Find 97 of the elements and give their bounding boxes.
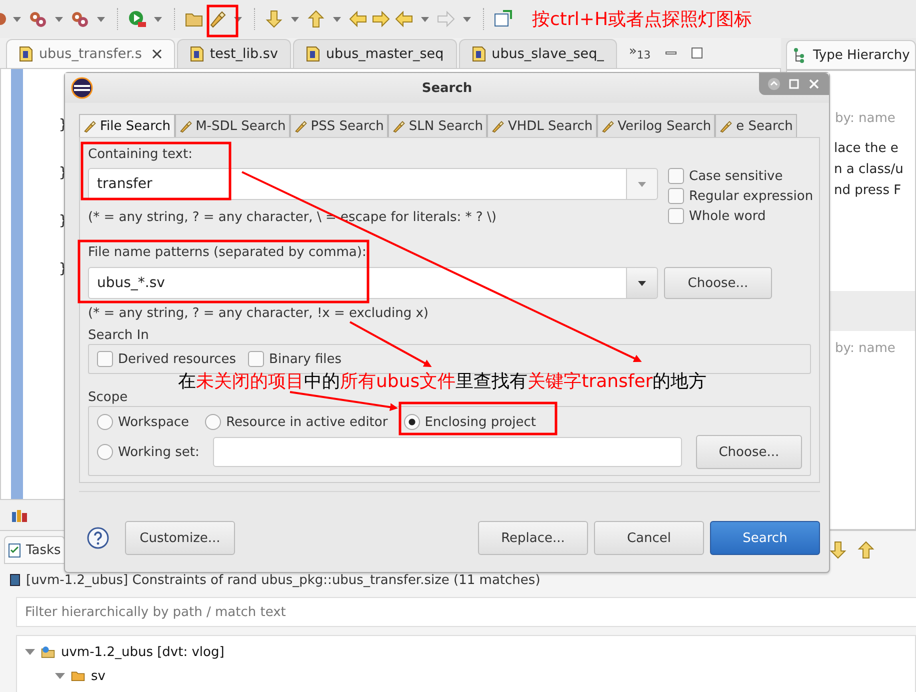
radio-label: Enclosing project bbox=[424, 414, 536, 430]
search-type-tab[interactable]: Verilog Search bbox=[596, 114, 716, 137]
checkbox[interactable] bbox=[97, 351, 113, 367]
help-icon[interactable] bbox=[87, 527, 109, 549]
dropdown-caret-icon[interactable] bbox=[234, 16, 242, 22]
file-pattern-field[interactable]: ubus_*.sv bbox=[88, 267, 626, 299]
up-arrow-icon[interactable] bbox=[856, 540, 876, 560]
editor-tab[interactable]: ubus_slave_seq_ bbox=[458, 39, 617, 68]
file-icon bbox=[306, 46, 320, 62]
tree-item[interactable]: sv bbox=[91, 668, 106, 684]
choose-button[interactable]: Choose... bbox=[696, 435, 802, 469]
editor-tab[interactable]: ubus_transfer.s bbox=[6, 39, 175, 68]
checkbox[interactable] bbox=[668, 168, 684, 184]
type-hierarchy-tab[interactable]: Type Hierarchy bbox=[786, 40, 916, 70]
left-arrow-icon[interactable] bbox=[348, 9, 368, 29]
checkbox[interactable] bbox=[668, 188, 684, 204]
down-arrow-icon[interactable] bbox=[264, 9, 284, 29]
close-icon[interactable] bbox=[152, 49, 162, 59]
annotation-text: 按ctrl+H或者点探照灯图标 bbox=[532, 8, 752, 31]
dialog-button[interactable]: Cancel bbox=[594, 521, 704, 555]
field-label: Containing text: bbox=[88, 146, 192, 164]
books-icon bbox=[12, 508, 28, 522]
annotation-text: 在未关闭的项目 中的所有ubus文件里查找有关键字transfer的地方 bbox=[178, 370, 707, 393]
file-icon bbox=[190, 46, 204, 62]
file-icon bbox=[10, 574, 20, 586]
expand-toggle-icon[interactable] bbox=[25, 647, 35, 657]
search-button[interactable]: Search bbox=[710, 521, 820, 555]
maximize-icon[interactable] bbox=[787, 77, 801, 91]
working-set-field[interactable] bbox=[213, 437, 682, 467]
checkbox-label: Regular expression bbox=[689, 188, 814, 204]
up-arrow-icon[interactable] bbox=[306, 9, 326, 29]
search-summary: [uvm-1.2_ubus] Constraints of rand ubus_pkg::ubus_transfer.size (11 matches) bbox=[26, 572, 540, 588]
right-arrow-icon[interactable] bbox=[371, 9, 391, 29]
dropdown-caret-icon[interactable] bbox=[97, 16, 105, 22]
radio-button[interactable] bbox=[404, 414, 420, 430]
dropdown-caret-icon[interactable] bbox=[463, 16, 471, 22]
checklist-icon bbox=[8, 542, 22, 558]
app-logo-icon bbox=[71, 77, 93, 99]
hierarchy-icon bbox=[793, 47, 807, 63]
file-icon bbox=[19, 46, 33, 62]
search-type-tab[interactable]: File Search bbox=[79, 114, 175, 137]
maximize-icon[interactable] bbox=[690, 47, 703, 59]
checkbox-label: Whole word bbox=[689, 208, 766, 224]
help-text: n a class/u bbox=[834, 162, 904, 177]
editor-tab[interactable]: test_lib.sv bbox=[176, 39, 291, 68]
help-text: lace the e bbox=[834, 141, 898, 156]
group-label: Search In bbox=[88, 328, 149, 344]
run-icon[interactable] bbox=[127, 9, 147, 29]
hint-text: (* = any string, ? = any character, !x = excluding x) bbox=[88, 306, 428, 322]
checkbox-label: Binary files bbox=[269, 352, 342, 366]
dropdown-caret-icon[interactable] bbox=[421, 16, 429, 22]
tree-item[interactable]: uvm-1.2_ubus [dvt: vlog] bbox=[61, 644, 224, 660]
gears-icon[interactable] bbox=[28, 9, 48, 29]
checkbox[interactable] bbox=[248, 351, 264, 367]
dropdown-button[interactable] bbox=[626, 267, 658, 299]
dialog-title: Search bbox=[422, 80, 472, 96]
checkbox-label: Case sensitive bbox=[689, 168, 783, 184]
editor-tab[interactable]: ubus_master_seq bbox=[292, 39, 457, 68]
caret-icon bbox=[638, 182, 646, 186]
dialog-button[interactable]: Replace... bbox=[478, 521, 588, 555]
search-type-tab[interactable]: SLN Search bbox=[388, 114, 487, 137]
checkbox-label: Derived resources bbox=[118, 352, 236, 366]
more-tabs-indicator[interactable]: »$_{13}$ bbox=[628, 44, 651, 62]
dropdown-caret-icon[interactable] bbox=[333, 16, 341, 22]
choose-button[interactable]: Choose... bbox=[664, 267, 772, 299]
project-icon bbox=[41, 644, 55, 660]
gears-icon[interactable] bbox=[70, 9, 90, 29]
radio-label: Resource in active editor bbox=[226, 414, 388, 430]
search-type-tab[interactable]: VHDL Search bbox=[486, 114, 597, 137]
radio-button[interactable] bbox=[205, 414, 222, 430]
dropdown-caret-icon[interactable] bbox=[154, 16, 162, 22]
new-window-icon[interactable] bbox=[493, 9, 513, 29]
file-icon bbox=[472, 46, 486, 62]
radio-button[interactable] bbox=[97, 414, 113, 430]
field-label: File name patterns (separated by comma): bbox=[88, 244, 366, 262]
search-type-tab[interactable]: PSS Search bbox=[290, 114, 388, 137]
down-arrow-icon[interactable] bbox=[828, 540, 848, 560]
dropdown-caret-icon[interactable] bbox=[291, 16, 299, 22]
search-type-tab[interactable]: e Search bbox=[715, 114, 797, 137]
filter-field[interactable]: Filter hierarchically by path / match text bbox=[16, 597, 916, 627]
search-type-tab[interactable]: M-SDL Search bbox=[174, 114, 290, 137]
containing-text-field[interactable]: transfer bbox=[88, 168, 626, 200]
left-arrow-icon[interactable] bbox=[394, 9, 414, 29]
tasks-tab[interactable]: Tasks bbox=[4, 536, 65, 564]
radio-label: Working set: bbox=[118, 444, 200, 460]
expand-toggle-icon[interactable] bbox=[55, 671, 65, 681]
radio-label: Workspace bbox=[118, 414, 190, 430]
group-label: Scope bbox=[88, 390, 128, 406]
dialog-button[interactable]: Customize... bbox=[125, 521, 235, 555]
dropdown-caret-icon[interactable] bbox=[55, 16, 63, 22]
caret-icon bbox=[638, 280, 646, 286]
help-text: nd press F bbox=[834, 183, 902, 198]
checkbox[interactable] bbox=[668, 208, 684, 224]
radio-button[interactable] bbox=[97, 444, 113, 460]
highlight-frame bbox=[206, 4, 238, 38]
dropdown-caret-icon[interactable] bbox=[13, 16, 21, 22]
collapse-icon[interactable] bbox=[767, 77, 781, 91]
